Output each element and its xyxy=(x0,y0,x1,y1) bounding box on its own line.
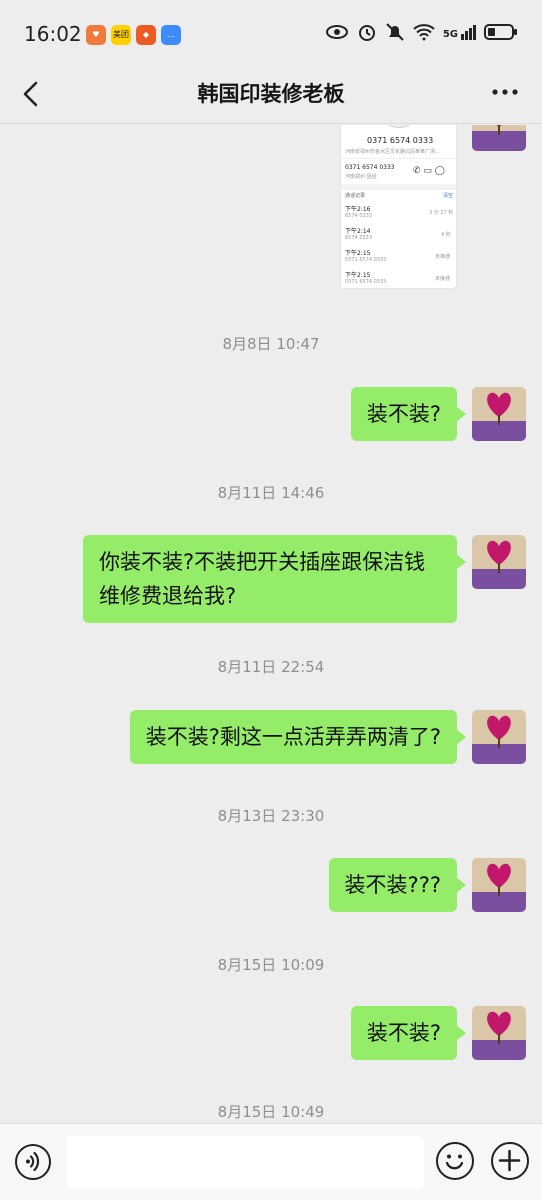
mute-bell-icon xyxy=(386,23,404,41)
plus-icon xyxy=(498,1149,521,1172)
signal-icon: 5G xyxy=(443,24,476,40)
message-bubble[interactable]: 装不装? xyxy=(350,1006,467,1060)
avatar[interactable] xyxy=(472,125,526,151)
input-bar xyxy=(0,1123,542,1200)
more-button[interactable] xyxy=(490,80,520,104)
image-address: 河南省郑州市金水区文化路北段某某广场... xyxy=(345,149,440,155)
avatar[interactable] xyxy=(472,1006,526,1060)
wifi-icon xyxy=(413,24,435,41)
emoji-button[interactable] xyxy=(436,1142,474,1180)
contact-avatar-icon xyxy=(385,125,413,128)
message-timestamp: 8月8日 10:47 xyxy=(222,335,320,353)
eye-icon xyxy=(325,25,348,39)
message-bubble[interactable]: 你装不装?不装把开关插座跟保洁钱维修费退给我? xyxy=(83,535,466,623)
avatar[interactable] xyxy=(472,710,526,764)
chat-app-icon: … xyxy=(161,25,181,45)
chat-title: 韩国印装修老板 xyxy=(197,82,345,106)
battery-icon xyxy=(484,24,517,40)
image-contact-sub: 河南郑州 固话 xyxy=(345,174,377,180)
heart-app-icon: ♥ xyxy=(86,25,106,45)
message-bubble[interactable]: 装不装? xyxy=(350,387,467,441)
more-dots-icon xyxy=(492,89,518,95)
voice-button[interactable] xyxy=(15,1144,51,1180)
status-indicators: 5G xyxy=(325,22,518,42)
alarm-icon xyxy=(358,25,375,41)
smiley-icon xyxy=(445,1154,464,1170)
image-records-label: 通话记录 xyxy=(345,193,366,199)
message-timestamp: 8月15日 10:49 xyxy=(217,1103,325,1121)
screenshot-image-message[interactable]: 0371 6574 0333 河南省郑州市金水区文化路北段某某广场... 037… xyxy=(340,125,457,289)
voice-icon xyxy=(26,1151,40,1172)
message-bubble[interactable]: 装不装??? xyxy=(328,858,467,912)
orange-app-icon: ◆ xyxy=(136,25,156,45)
more-functions-button[interactable] xyxy=(491,1142,529,1180)
message-bubble[interactable]: 装不装?剩这一点活弄弄两清了? xyxy=(129,710,467,764)
meituan-app-icon: 美团 xyxy=(111,25,131,45)
chat-messages[interactable]: 0371 6574 0333 河南省郑州市金水区文化路北段某某广场... 037… xyxy=(0,125,542,1123)
message-timestamp: 8月13日 23:30 xyxy=(217,807,325,825)
message-input[interactable] xyxy=(66,1136,424,1189)
image-phone: 0371 6574 0333 xyxy=(367,136,434,145)
avatar[interactable] xyxy=(472,535,526,589)
avatar[interactable] xyxy=(472,387,526,441)
status-time: 16:02 xyxy=(24,22,82,46)
image-contact-number: 0371 6574 0333 xyxy=(345,164,395,171)
image-records-action: 清空 xyxy=(443,193,454,199)
message-timestamp: 8月11日 14:46 xyxy=(217,484,325,502)
avatar[interactable] xyxy=(472,858,526,912)
message-timestamp: 8月11日 22:54 xyxy=(217,658,325,676)
image-action-icons: ✆ ▭ ◯ xyxy=(413,166,445,176)
chat-header: 韩国印装修老板 xyxy=(0,64,542,124)
message-timestamp: 8月15日 10:09 xyxy=(217,956,325,974)
status-bar: 16:02 ♥ 美团 ◆ … 5G xyxy=(0,0,542,64)
